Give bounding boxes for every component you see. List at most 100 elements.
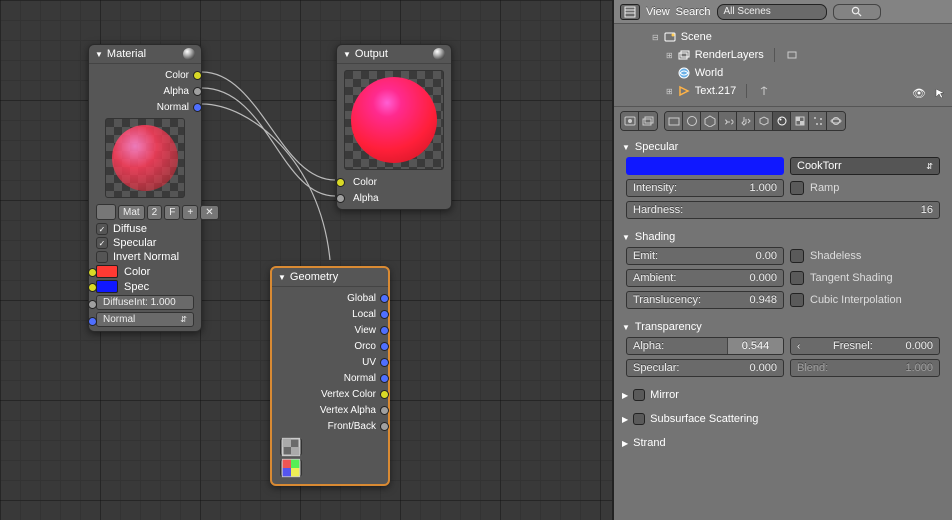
uv-layer-picker[interactable] [280,438,302,456]
properties-context-tabs[interactable] [614,107,952,135]
scene-filter-dropdown[interactable]: All Scenes [717,4,827,20]
tab-world[interactable] [683,112,701,130]
collapse-icon[interactable]: ▼ [95,50,103,59]
output-vcolor-socket[interactable]: Vertex Color [276,386,384,402]
node-header[interactable]: ▼ Output [337,45,451,64]
tab-particles[interactable] [809,112,827,130]
expand-icon[interactable]: ⊞ [666,51,673,60]
outliner-scene-row[interactable]: ⊟ Scene [652,28,946,46]
specular-checkbox[interactable]: ✓Specular [93,236,197,250]
node-header[interactable]: ▼ Material [89,45,201,64]
tab-scene[interactable] [665,112,683,130]
specular-model-dropdown[interactable]: CookTorr ⇵ [790,157,940,175]
outliner-renderlayers-row[interactable]: ⊞ RenderLayers [652,46,946,64]
material-unlink-button[interactable]: ✕ [200,205,218,220]
collapse-icon[interactable]: ▼ [622,233,630,242]
collapse-icon[interactable]: ▼ [278,273,286,282]
outliner-world-row[interactable]: ⊞ World [652,64,946,82]
tab-material[interactable] [773,112,791,130]
tab-texture[interactable] [791,112,809,130]
shadeless-checkbox[interactable]: Shadeless [790,247,940,265]
diffuse-checkbox[interactable]: ✓Diffuse [93,222,197,236]
mirror-enable-checkbox[interactable] [633,389,645,401]
tangent-shading-checkbox[interactable]: Tangent Shading [790,269,940,287]
search-menu[interactable]: Search [676,6,711,18]
renderlayer-link-icon[interactable] [785,48,799,62]
node-material[interactable]: ▼ Material Color Alpha Normal [88,44,202,332]
material-fakeuser-button[interactable]: F [164,205,180,220]
output-preview [344,70,444,170]
output-local-socket[interactable]: Local [276,306,384,322]
outliner-text-row[interactable]: ⊞ Text.217 [652,82,946,100]
search-button[interactable] [833,4,881,20]
vcolor-layer-picker[interactable] [280,459,302,477]
expand-icon[interactable]: ⊟ [652,33,659,42]
input-diffint-socket[interactable]: DiffuseInt: 1.000 [93,294,197,311]
expand-icon[interactable]: ▶ [622,391,628,400]
specular-intensity-field[interactable]: Intensity: 1.000 [626,179,784,197]
material-icon[interactable] [96,204,116,220]
tab-object[interactable] [701,112,719,130]
expand-icon[interactable]: ⊞ [666,87,673,96]
transparency-specular-field[interactable]: Specular: 0.000 [626,359,784,377]
material-users-button[interactable]: 2 [147,205,163,220]
panel-mirror-header[interactable]: ▶ Mirror [620,387,946,403]
output-alpha-socket[interactable]: Alpha [93,83,197,99]
specular-ramp-checkbox[interactable]: Ramp [790,179,940,197]
sss-enable-checkbox[interactable] [633,413,645,425]
output-normal-socket[interactable]: Normal [276,370,384,386]
panel-transparency-header[interactable]: ▼ Transparency [620,319,946,335]
tab-constraints[interactable] [719,112,737,130]
panel-strand-header[interactable]: ▶ Strand [620,435,946,451]
output-frontback-socket[interactable]: Front/Back [276,418,384,434]
tab-renderlayers[interactable] [639,112,657,130]
output-orco-socket[interactable]: Orco [276,338,384,354]
cubic-checkbox[interactable]: Cubic Interpolation [790,291,940,309]
collapse-icon[interactable]: ▼ [622,323,630,332]
output-normal-socket[interactable]: Normal [93,99,197,115]
input-color-socket[interactable]: Color [93,264,197,279]
panel-sss-header[interactable]: ▶ Subsurface Scattering [620,411,946,427]
tab-data[interactable] [755,112,773,130]
tab-render[interactable] [621,112,639,130]
collapse-icon[interactable]: ▼ [622,143,630,152]
input-spec-socket[interactable]: Spec [93,279,197,294]
panel-specular-header[interactable]: ▼ Specular [620,139,946,155]
diffuse-int-field[interactable]: DiffuseInt: 1.000 [96,295,194,310]
specular-color-field[interactable] [626,157,784,175]
view-menu[interactable]: View [646,6,670,18]
outliner[interactable]: ⊟ Scene ⊞ RenderLayers ⊞ World ⊞ Text.21… [614,24,952,107]
material-add-button[interactable]: + [182,205,198,220]
output-color-socket[interactable]: Color [93,67,197,83]
expand-icon[interactable]: ▶ [622,415,628,424]
node-editor[interactable]: ▼ Material Color Alpha Normal [0,0,612,520]
visibility-icon[interactable] [912,87,926,102]
node-header[interactable]: ▼ Geometry [272,268,388,287]
output-view-socket[interactable]: View [276,322,384,338]
editor-type-icon[interactable] [620,4,640,20]
node-output[interactable]: ▼ Output Color Alpha [336,44,452,210]
invert-normal-checkbox[interactable]: Invert Normal [93,250,197,264]
expand-icon[interactable]: ▶ [622,439,628,448]
output-global-socket[interactable]: Global [276,290,384,306]
collapse-icon[interactable]: ▼ [343,50,351,59]
emit-field[interactable]: Emit: 0.00 [626,247,784,265]
input-alpha-socket[interactable]: Alpha [341,190,447,206]
output-uv-socket[interactable]: UV [276,354,384,370]
panel-shading-header[interactable]: ▼ Shading [620,229,946,245]
fresnel-field[interactable]: ‹ Fresnel: 0.000 [790,337,940,355]
specular-hardness-field[interactable]: Hardness: 16 [626,201,940,219]
input-normal-socket[interactable]: Normal ⇵ [93,311,197,328]
ambient-field[interactable]: Ambient: 0.000 [626,269,784,287]
output-valpha-socket[interactable]: Vertex Alpha [276,402,384,418]
input-color-socket[interactable]: Color [341,174,447,190]
translucency-field[interactable]: Translucency: 0.948 [626,291,784,309]
material-name-field[interactable]: Mat [118,205,145,220]
tab-physics[interactable] [827,112,845,130]
material-datablock-row[interactable]: Mat 2 F + ✕ [93,202,197,222]
node-geometry[interactable]: ▼ Geometry Global Local View Orco UV Nor… [270,266,390,486]
alpha-field[interactable]: Alpha: 0.544 [626,337,784,355]
data-link-icon[interactable] [757,84,771,98]
normal-dropdown[interactable]: Normal ⇵ [96,312,194,327]
tab-modifiers[interactable] [737,112,755,130]
